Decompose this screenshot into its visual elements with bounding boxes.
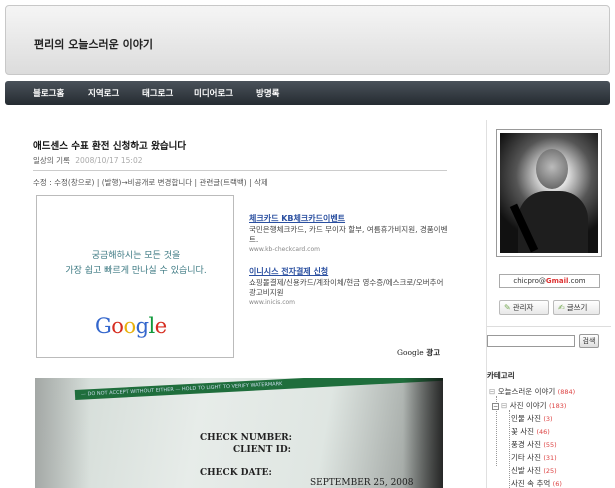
header: 편리의 오늘스러운 이야기: [5, 5, 610, 75]
blog-page: 편리의 오늘스러운 이야기 블로그홈 지역로그 태그로그 미디어로그 방명록 애…: [0, 0, 615, 488]
category-count: (55): [543, 441, 557, 449]
nav-guestbook[interactable]: 방명록: [256, 87, 279, 99]
category-label: 오늘스러운 이야기: [497, 387, 556, 396]
post-area: 애드센스 수표 환전 신청하고 왔습니다 일상의 기록 2008/10/17 1…: [33, 138, 448, 188]
post-category[interactable]: 일상의 기록: [33, 156, 70, 165]
email-domain: .com: [568, 277, 586, 285]
category-item[interactable]: 사진 속 추억 (6): [511, 478, 562, 488]
text-ad-desc: 국민은행체크카드, 카드 무이자 할부, 여름휴가비지원, 경품이벤트.: [249, 225, 448, 244]
category-label: 신발 사진: [511, 466, 541, 475]
category-label: 사진 속 추억: [511, 479, 551, 488]
search-input[interactable]: [487, 335, 575, 347]
email-user: chicpro@: [513, 277, 546, 285]
google-logo-letter: e: [154, 314, 167, 338]
category-item[interactable]: 신발 사진 (25): [511, 465, 557, 476]
category-label: 사진 이야기: [509, 401, 547, 410]
category-item[interactable]: 꽃 사진 (46): [511, 426, 550, 437]
category-count: (183): [548, 402, 567, 410]
check-date-value: SEPTEMBER 25, 2008: [310, 478, 414, 488]
image-ad-line1: 궁금해하시는 모든 것을: [91, 251, 181, 261]
check-photo: — DO NOT ACCEPT WITHOUT EITHER — HOLD TO…: [35, 378, 443, 488]
category-count: (25): [543, 467, 557, 475]
check-banner: — DO NOT ACCEPT WITHOUT EITHER — HOLD TO…: [74, 378, 443, 400]
photo-shadow-right: [403, 378, 443, 488]
sidebar-divider: [487, 326, 611, 327]
nav-media-log[interactable]: 미디어로그: [194, 87, 233, 99]
google-ads-label-google: Google: [397, 348, 424, 357]
nav-blog-home[interactable]: 블로그홈: [33, 87, 64, 99]
category-label: 기타 사진: [511, 453, 541, 462]
check-date-label: CHECK DATE:: [200, 468, 272, 478]
client-id-label: CLIENT ID:: [233, 445, 291, 455]
category-title: 카테고리: [487, 371, 515, 380]
check-number-label: CHECK NUMBER:: [200, 433, 292, 443]
text-ad-title[interactable]: 체크카드 KB체크카드이벤트: [249, 213, 449, 224]
profile-photo-frame: [496, 129, 602, 257]
category-label: 꽃 사진: [511, 427, 535, 436]
photo-head: [536, 149, 568, 189]
text-ad: 체크카드 KB체크카드이벤트 국민은행체크카드, 카드 무이자 할부, 여름휴가…: [249, 213, 449, 253]
category-item[interactable]: ⊟ 오늘스러운 이야기 (884): [489, 386, 575, 397]
admin-button[interactable]: ✎ 관리자: [499, 300, 549, 315]
folder-icon: ⊟: [489, 387, 496, 396]
post-title[interactable]: 애드센스 수표 환전 신청하고 왔습니다: [33, 138, 448, 152]
google-logo-letter: o: [111, 314, 124, 338]
email-badge: chicpro@Gmail.com: [499, 274, 600, 288]
search-button[interactable]: 검색: [579, 334, 599, 348]
category-item[interactable]: 풍경 사진 (55): [511, 439, 557, 450]
folder-icon: ⊟: [501, 401, 508, 410]
post-actions[interactable]: 수정 : 수정(창으로) | (발행)→비공개로 변경합니다 | 관련글(트랙백…: [33, 177, 448, 188]
nav-location-log[interactable]: 지역로그: [88, 87, 119, 99]
nav-bar: 블로그홈 지역로그 태그로그 미디어로그 방명록: [5, 81, 610, 105]
google-logo: Google: [95, 314, 167, 338]
write-button[interactable]: ✍ 글쓰기: [553, 300, 600, 315]
collapse-icon[interactable]: −: [492, 402, 499, 410]
write-icon: ✍: [558, 303, 565, 312]
category-item[interactable]: 인물 사진 (3): [511, 413, 553, 424]
admin-button-label: 관리자: [512, 303, 534, 312]
google-logo-letter: g: [135, 314, 149, 338]
image-ad-line2: 가장 쉽고 빠르게 만나실 수 있습니다.: [65, 266, 207, 276]
category-count: (3): [543, 415, 553, 423]
category-count: (31): [543, 454, 557, 462]
post-meta: 일상의 기록 2008/10/17 15:02: [33, 155, 448, 166]
google-logo-letter: o: [123, 314, 136, 338]
sidebar: chicpro@Gmail.com ✎ 관리자 ✍ 글쓰기 검색 카테고리 ⊟ 오늘…: [486, 120, 611, 488]
google-ads-label[interactable]: Google 광고: [397, 347, 440, 358]
text-ad-title[interactable]: 이니시스 전자결제 신청: [249, 266, 449, 277]
category-count: (6): [552, 480, 562, 488]
text-ad: 이니시스 전자결제 신청 쇼핑몰결제/신용카드/계좌이체/현금 영수증/에스크로…: [249, 266, 449, 306]
text-ad-desc: 쇼핑몰결제/신용카드/계좌이체/현금 영수증/에스크로/오버추어 광고비지원: [249, 278, 444, 297]
image-ad-text: 궁금해하시는 모든 것을 가장 쉽고 빠르게 만나실 수 있습니다.: [37, 249, 235, 279]
category-label: 풍경 사진: [511, 440, 541, 449]
google-ads-label-ad: 광고: [426, 348, 441, 357]
site-title[interactable]: 편리의 오늘스러운 이야기: [34, 36, 153, 52]
text-ads: 체크카드 KB체크카드이벤트 국민은행체크카드, 카드 무이자 할부, 여름휴가…: [249, 213, 449, 319]
category-item[interactable]: − ⊟ 사진 이야기 (183): [492, 400, 566, 411]
category-item[interactable]: 기타 사진 (31): [511, 452, 557, 463]
email-brand: Gmail: [545, 277, 569, 285]
category-count: (46): [536, 428, 550, 436]
category-label: 인물 사진: [511, 414, 541, 423]
post-divider: [33, 170, 447, 171]
write-button-label: 글쓰기: [566, 303, 588, 312]
google-logo-letter: G: [95, 314, 112, 338]
pencil-icon: ✎: [504, 303, 511, 312]
text-ad-url[interactable]: www.inicis.com: [249, 299, 449, 306]
profile-photo: [500, 133, 598, 253]
category-count: (884): [557, 388, 576, 396]
nav-tag-log[interactable]: 태그로그: [142, 87, 173, 99]
image-ad[interactable]: 궁금해하시는 모든 것을 가장 쉽고 빠르게 만나실 수 있습니다. Googl…: [36, 195, 234, 358]
tree-line: [509, 410, 510, 488]
post-date: 2008/10/17 15:02: [75, 156, 143, 165]
text-ad-url[interactable]: www.kb-checkcard.com: [249, 246, 449, 253]
